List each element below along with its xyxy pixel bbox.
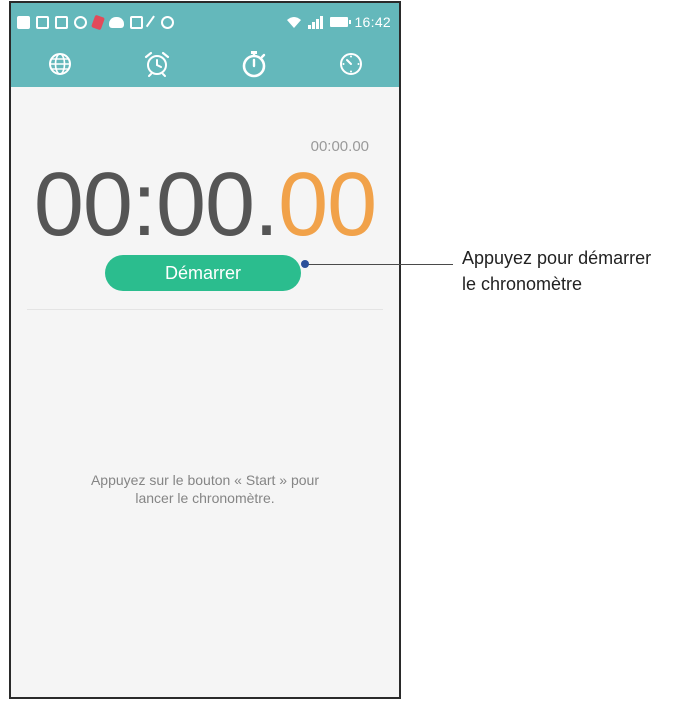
phone-screen: 16:42 00:00.00 00:00.00 Démarrer Appuyez…: [9, 1, 401, 699]
shopping-bag-icon: [130, 15, 143, 29]
status-time: 16:42: [354, 14, 391, 30]
hint-text: Appuyez sur le bouton « Start » pour lan…: [51, 471, 359, 507]
tab-alarm[interactable]: [108, 41, 205, 87]
message-icon: [74, 15, 87, 29]
notification-icons: [17, 12, 180, 32]
system-status: 16:42: [286, 11, 391, 33]
callout-line-1: Appuyez pour démarrer: [462, 248, 652, 268]
alarm-status-icon: [161, 15, 174, 29]
tab-timer[interactable]: [302, 41, 399, 87]
cloud-upload-icon: [109, 16, 124, 28]
callout-dot: [301, 260, 309, 268]
tab-stopwatch[interactable]: [205, 41, 302, 87]
tab-bar: [11, 41, 399, 87]
start-button[interactable]: Démarrer: [105, 255, 301, 291]
missed-call-icon: [91, 14, 105, 30]
callout-line-2: le chronomètre: [462, 274, 583, 294]
wifi-icon: [287, 17, 302, 28]
reference-time: 00:00.00: [310, 138, 369, 155]
minutes-seconds: 00:00.: [33, 155, 279, 255]
callout-line: [305, 264, 453, 265]
stopwatch-icon: [242, 51, 265, 78]
nfc-icon: [145, 14, 159, 30]
battery-icon: [330, 17, 352, 27]
divider: [27, 309, 383, 310]
timer-icon: [339, 53, 362, 75]
globe-icon: [48, 53, 71, 75]
image-notification-icon: [36, 15, 49, 29]
tab-world-clock[interactable]: [11, 41, 108, 87]
hint-line-2: lancer le chronomètre.: [135, 490, 275, 506]
callout-text: Appuyez pour démarrer le chronomètre: [462, 245, 651, 297]
status-bar: 16:42: [11, 3, 399, 41]
alarm-clock-icon: [144, 51, 169, 77]
gallery-icon: [55, 15, 68, 29]
centiseconds: 00: [278, 155, 377, 255]
signal-icon: [308, 15, 324, 29]
sd-card-icon: [17, 15, 30, 29]
stopwatch-display: 00:00.00: [11, 155, 399, 255]
hint-line-1: Appuyez sur le bouton « Start » pour: [90, 472, 320, 488]
